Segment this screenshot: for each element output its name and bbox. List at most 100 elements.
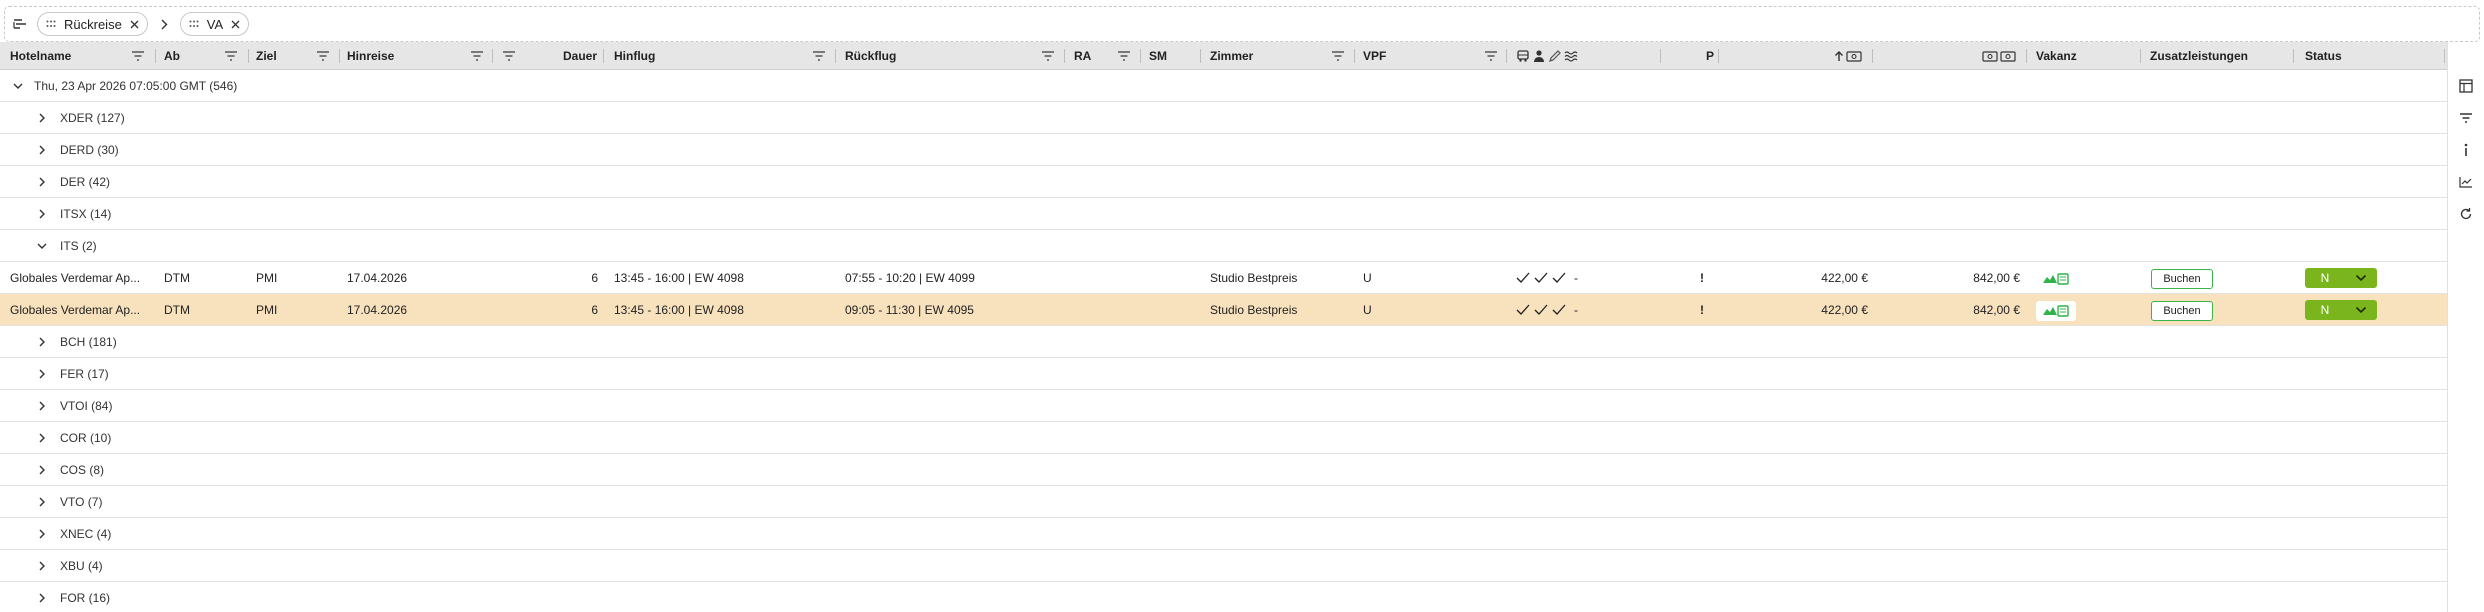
group-row[interactable]: VTO (7)	[0, 486, 2448, 518]
columns-icon[interactable]	[2448, 70, 2484, 102]
column-separator[interactable]	[1718, 49, 1719, 63]
header-p[interactable]: P	[1706, 42, 1714, 70]
chevron-right-icon[interactable]	[36, 496, 48, 508]
column-separator[interactable]	[1506, 49, 1507, 63]
cell-price: 422,00 €	[1821, 271, 1868, 285]
chevron-right-icon[interactable]	[36, 176, 48, 188]
column-separator[interactable]	[248, 49, 249, 63]
column-separator[interactable]	[339, 49, 340, 63]
column-separator[interactable]	[1140, 49, 1141, 63]
header-ziel[interactable]: Ziel	[256, 42, 277, 70]
chevron-down-icon[interactable]	[12, 80, 24, 92]
group-label: XNEC (4)	[60, 527, 112, 541]
group-row[interactable]: XBU (4)	[0, 550, 2448, 582]
sort-ascending-icon[interactable]	[1834, 50, 1844, 62]
refresh-icon[interactable]	[2448, 198, 2484, 230]
header-zimmer[interactable]: Zimmer	[1210, 42, 1253, 70]
group-row-expanded[interactable]: ITS (2)	[0, 230, 2448, 262]
chevron-right-icon[interactable]	[36, 560, 48, 572]
filter-icon[interactable]	[1117, 49, 1131, 63]
chevron-right-icon[interactable]	[36, 464, 48, 476]
close-icon[interactable]	[231, 20, 240, 29]
header-dauer[interactable]: Dauer	[563, 42, 597, 70]
group-row[interactable]: DER (42)	[0, 166, 2448, 198]
column-separator[interactable]	[2444, 49, 2445, 63]
info-icon[interactable]	[2448, 134, 2484, 166]
drag-handle-icon[interactable]	[46, 20, 56, 28]
column-separator[interactable]	[1660, 49, 1661, 63]
header-vakanz[interactable]: Vakanz	[2036, 42, 2077, 70]
group-chip-va[interactable]: VA	[179, 12, 250, 36]
chevron-right-icon[interactable]	[36, 144, 48, 156]
close-icon[interactable]	[130, 20, 139, 29]
filter-icon[interactable]	[812, 49, 826, 63]
cell-total-price: 842,00 €	[1973, 271, 2020, 285]
chevron-right-icon[interactable]	[36, 432, 48, 444]
filter-icon[interactable]	[224, 49, 238, 63]
chevron-right-icon[interactable]	[36, 208, 48, 220]
group-by-icon[interactable]	[11, 15, 29, 33]
row-group-bar[interactable]: Rückreise VA	[4, 6, 2480, 42]
column-separator[interactable]	[835, 49, 836, 63]
date-group-row[interactable]: Thu, 23 Apr 2026 07:05:00 GMT (546)	[0, 70, 2448, 102]
table-row[interactable]: Globales Verdemar Ap... DTM PMI 17.04.20…	[0, 262, 2448, 294]
group-row[interactable]: XNEC (4)	[0, 518, 2448, 550]
header-ra[interactable]: RA	[1074, 42, 1091, 70]
filter-icon[interactable]	[2448, 102, 2484, 134]
header-ab[interactable]: Ab	[164, 42, 180, 70]
column-separator[interactable]	[1200, 49, 1201, 63]
group-row[interactable]: COS (8)	[0, 454, 2448, 486]
chevron-right-icon[interactable]	[36, 592, 48, 604]
buchen-button[interactable]: Buchen	[2151, 301, 2213, 321]
header-vpf[interactable]: VPF	[1363, 42, 1386, 70]
group-row[interactable]: ITSX (14)	[0, 198, 2448, 230]
header-status[interactable]: Status	[2305, 42, 2342, 70]
column-separator[interactable]	[1064, 49, 1065, 63]
group-row[interactable]: VTOI (84)	[0, 390, 2448, 422]
chevron-right-icon[interactable]	[36, 528, 48, 540]
group-row[interactable]: DERD (30)	[0, 134, 2448, 166]
column-separator[interactable]	[155, 49, 156, 63]
column-separator[interactable]	[2026, 49, 2027, 63]
chart-icon[interactable]	[2448, 166, 2484, 198]
header-zusatzleistungen[interactable]: Zusatzleistungen	[2150, 42, 2248, 70]
column-separator[interactable]	[1354, 49, 1355, 63]
buchen-button[interactable]: Buchen	[2151, 269, 2213, 289]
status-select[interactable]: N	[2305, 300, 2377, 320]
chevron-down-icon[interactable]	[36, 240, 48, 252]
chevron-down-icon[interactable]	[2345, 306, 2377, 314]
group-row[interactable]: FER (17)	[0, 358, 2448, 390]
chevron-right-icon[interactable]	[36, 368, 48, 380]
group-chip-rueckreise[interactable]: Rückreise	[37, 12, 148, 36]
group-row[interactable]: BCH (181)	[0, 326, 2448, 358]
header-hotelname[interactable]: Hotelname	[10, 42, 71, 70]
filter-icon[interactable]	[316, 49, 330, 63]
status-select[interactable]: N	[2305, 268, 2377, 288]
column-separator[interactable]	[2293, 49, 2294, 63]
header-rueckflug[interactable]: Rückflug	[845, 42, 896, 70]
filter-icon[interactable]	[1484, 49, 1498, 63]
chevron-right-icon[interactable]	[36, 336, 48, 348]
group-row[interactable]: FOR (16)	[0, 582, 2448, 612]
header-hinflug[interactable]: Hinflug	[614, 42, 655, 70]
column-separator[interactable]	[2140, 49, 2141, 63]
column-separator[interactable]	[492, 49, 493, 63]
chevron-right-icon[interactable]	[36, 112, 48, 124]
group-row[interactable]: COR (10)	[0, 422, 2448, 454]
filter-icon[interactable]	[1331, 49, 1345, 63]
header-sm[interactable]: SM	[1149, 42, 1167, 70]
filter-icon[interactable]	[131, 49, 145, 63]
cell-hinflug: 13:45 - 16:00 | EW 4098	[614, 303, 744, 317]
filter-icon[interactable]	[470, 49, 484, 63]
table-row-selected[interactable]: Globales Verdemar Ap... DTM PMI 17.04.20…	[0, 294, 2448, 326]
column-separator[interactable]	[1872, 49, 1873, 63]
header-hinreise[interactable]: Hinreise	[347, 42, 394, 70]
chevron-down-icon[interactable]	[2345, 274, 2377, 282]
chevron-right-icon[interactable]	[36, 400, 48, 412]
filter-icon[interactable]	[1041, 49, 1055, 63]
drag-handle-icon[interactable]	[189, 20, 199, 28]
filter-icon[interactable]	[502, 49, 516, 63]
header-price-sort[interactable]	[1834, 42, 1862, 70]
column-separator[interactable]	[603, 49, 604, 63]
group-row[interactable]: XDER (127)	[0, 102, 2448, 134]
